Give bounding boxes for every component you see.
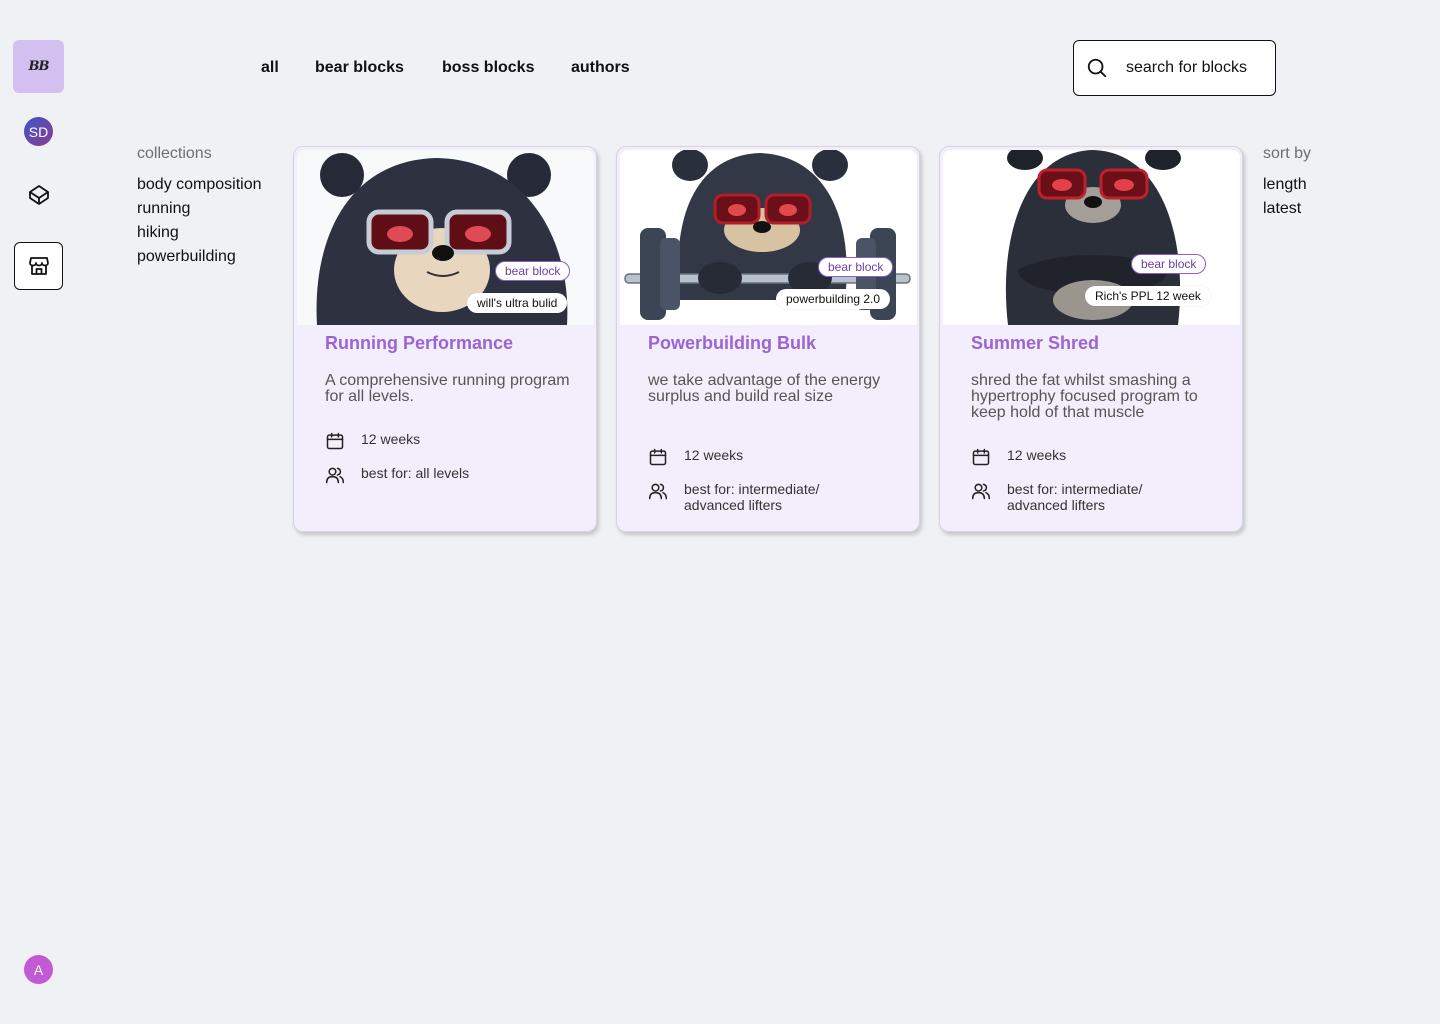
sort-heading: sort by bbox=[1263, 145, 1312, 162]
card-description: we take advantage of the energy surplus … bbox=[648, 372, 881, 405]
sort-option-length[interactable]: length bbox=[1263, 173, 1311, 197]
calendar-icon bbox=[972, 448, 990, 466]
sort-panel: sort by length latest bbox=[1263, 145, 1311, 221]
card-title: Summer Shred bbox=[971, 333, 1100, 353]
card-title: Powerbuilding Bulk bbox=[648, 333, 817, 353]
collection-item-running[interactable]: running bbox=[137, 197, 262, 221]
author-badge: powerbuilding 2.0 bbox=[776, 289, 891, 309]
search-icon bbox=[1087, 58, 1107, 78]
sort-option-latest[interactable]: latest bbox=[1263, 197, 1311, 221]
block-type-badge: bear block bbox=[495, 261, 571, 281]
calendar-icon bbox=[649, 448, 667, 466]
block-card[interactable]: bear block Rich's PPL 12 week Summer Shr… bbox=[939, 146, 1243, 532]
duration-text: 12 weeks bbox=[361, 431, 421, 447]
block-type-badge: bear block bbox=[1131, 254, 1207, 274]
card-audience: best for: intermediate/ advanced lifters bbox=[648, 481, 854, 513]
profile-initials: SD bbox=[28, 123, 49, 140]
collection-item-hiking[interactable]: hiking bbox=[137, 221, 262, 245]
user-initial: A bbox=[33, 961, 44, 978]
author-badge: Rich's PPL 12 week bbox=[1085, 286, 1211, 306]
block-type-badge: bear block bbox=[818, 257, 894, 277]
block-card[interactable]: bear block will's ultra bulid Running Pe… bbox=[293, 146, 597, 532]
card-description: shred the fat whilst smashing a hypertro… bbox=[971, 372, 1198, 421]
author-badge: will's ultra bulid bbox=[467, 293, 568, 313]
search-input[interactable] bbox=[1126, 59, 1266, 77]
card-duration: 12 weeks bbox=[971, 447, 1066, 467]
card-duration: 12 weeks bbox=[325, 431, 420, 451]
blocks-nav-button[interactable] bbox=[24, 180, 53, 209]
users-icon bbox=[648, 483, 668, 500]
duration-text: 12 weeks bbox=[684, 447, 744, 463]
users-icon bbox=[325, 467, 345, 484]
card-title: Running Performance bbox=[325, 333, 514, 353]
nav-boss-blocks[interactable]: boss blocks bbox=[442, 59, 534, 77]
store-icon bbox=[28, 257, 49, 275]
best-for-text: best for: all levels bbox=[361, 465, 470, 481]
user-avatar[interactable]: A bbox=[24, 955, 53, 984]
card-image: bear block will's ultra bulid bbox=[297, 150, 594, 325]
card-image: bear block powerbuilding 2.0 bbox=[620, 150, 917, 325]
card-duration: 12 weeks bbox=[648, 447, 743, 467]
nav-all[interactable]: all bbox=[261, 59, 279, 77]
users-icon bbox=[971, 483, 991, 500]
nav-authors[interactable]: authors bbox=[571, 59, 630, 77]
collection-item-body-composition[interactable]: body composition bbox=[137, 173, 262, 197]
logo-text: BB bbox=[28, 59, 50, 74]
collections-panel: collections body composition running hik… bbox=[137, 145, 262, 269]
duration-text: 12 weeks bbox=[1007, 447, 1067, 463]
collections-heading: collections bbox=[137, 145, 212, 162]
profile-avatar[interactable]: SD bbox=[24, 117, 53, 146]
card-audience: best for: all levels bbox=[325, 465, 469, 485]
nav-bear-blocks[interactable]: bear blocks bbox=[315, 59, 404, 77]
best-for-text: best for: intermediate/ advanced lifters bbox=[1007, 481, 1143, 513]
card-image: bear block Rich's PPL 12 week bbox=[943, 150, 1240, 325]
best-for-text: best for: intermediate/ advanced lifters bbox=[684, 481, 820, 513]
cube-icon bbox=[28, 184, 49, 205]
card-description: A comprehensive running program for all … bbox=[325, 372, 570, 405]
card-audience: best for: intermediate/ advanced lifters bbox=[971, 481, 1177, 513]
calendar-icon bbox=[326, 432, 344, 450]
search-box[interactable] bbox=[1073, 40, 1276, 96]
store-nav-button[interactable] bbox=[14, 242, 63, 290]
collection-item-powerbuilding[interactable]: powerbuilding bbox=[137, 245, 262, 269]
block-card[interactable]: bear block powerbuilding 2.0 Powerbuildi… bbox=[616, 146, 920, 532]
app-logo[interactable]: BB bbox=[13, 40, 64, 93]
